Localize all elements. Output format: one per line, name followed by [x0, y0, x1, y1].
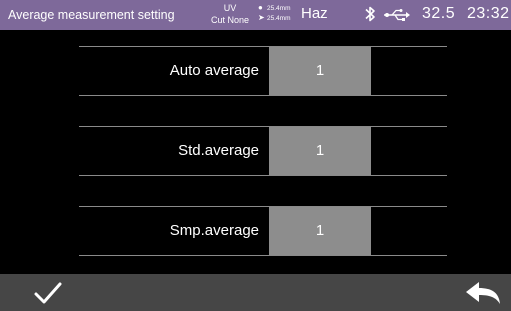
- checkmark-icon[interactable]: [28, 278, 68, 308]
- lens-arrow-icon: ➤: [258, 13, 265, 22]
- auto-average-label: Auto average: [169, 62, 259, 79]
- thickness-indicator: ● 25.4mm ➤ 25.4mm: [258, 3, 290, 23]
- bluetooth-icon: [365, 6, 375, 22]
- temperature-readout: 32.5: [422, 5, 456, 22]
- cut-label: Cut None: [210, 15, 250, 25]
- settings-panel: Auto average 1 Std.average 1 Smp.average…: [0, 30, 511, 274]
- mode-label: Haz: [301, 5, 328, 22]
- smp-average-row: Smp.average 1: [79, 206, 447, 256]
- usb-icon: [384, 9, 410, 21]
- auto-average-value[interactable]: 1: [269, 47, 371, 95]
- std-average-label: Std.average: [178, 142, 259, 159]
- auto-average-row: Auto average 1: [79, 46, 447, 96]
- lens-circle-icon: ●: [258, 3, 263, 12]
- std-average-value[interactable]: 1: [269, 127, 371, 175]
- smp-average-label: Smp.average: [169, 222, 259, 239]
- uv-cut-indicator: UV Cut None: [204, 2, 256, 26]
- page-title: Average measurement setting: [8, 8, 175, 22]
- back-arrow-icon[interactable]: [462, 279, 504, 307]
- uv-label: UV: [223, 3, 237, 13]
- clock-readout: 23:32: [467, 5, 510, 22]
- thickness-value-1: 25.4mm: [267, 5, 291, 12]
- thickness-value-2: 25.4mm: [267, 15, 291, 22]
- std-average-row: Std.average 1: [79, 126, 447, 176]
- status-bar: Average measurement setting UV Cut None …: [0, 0, 511, 30]
- bottom-bar: [0, 274, 511, 311]
- smp-average-value[interactable]: 1: [269, 207, 371, 255]
